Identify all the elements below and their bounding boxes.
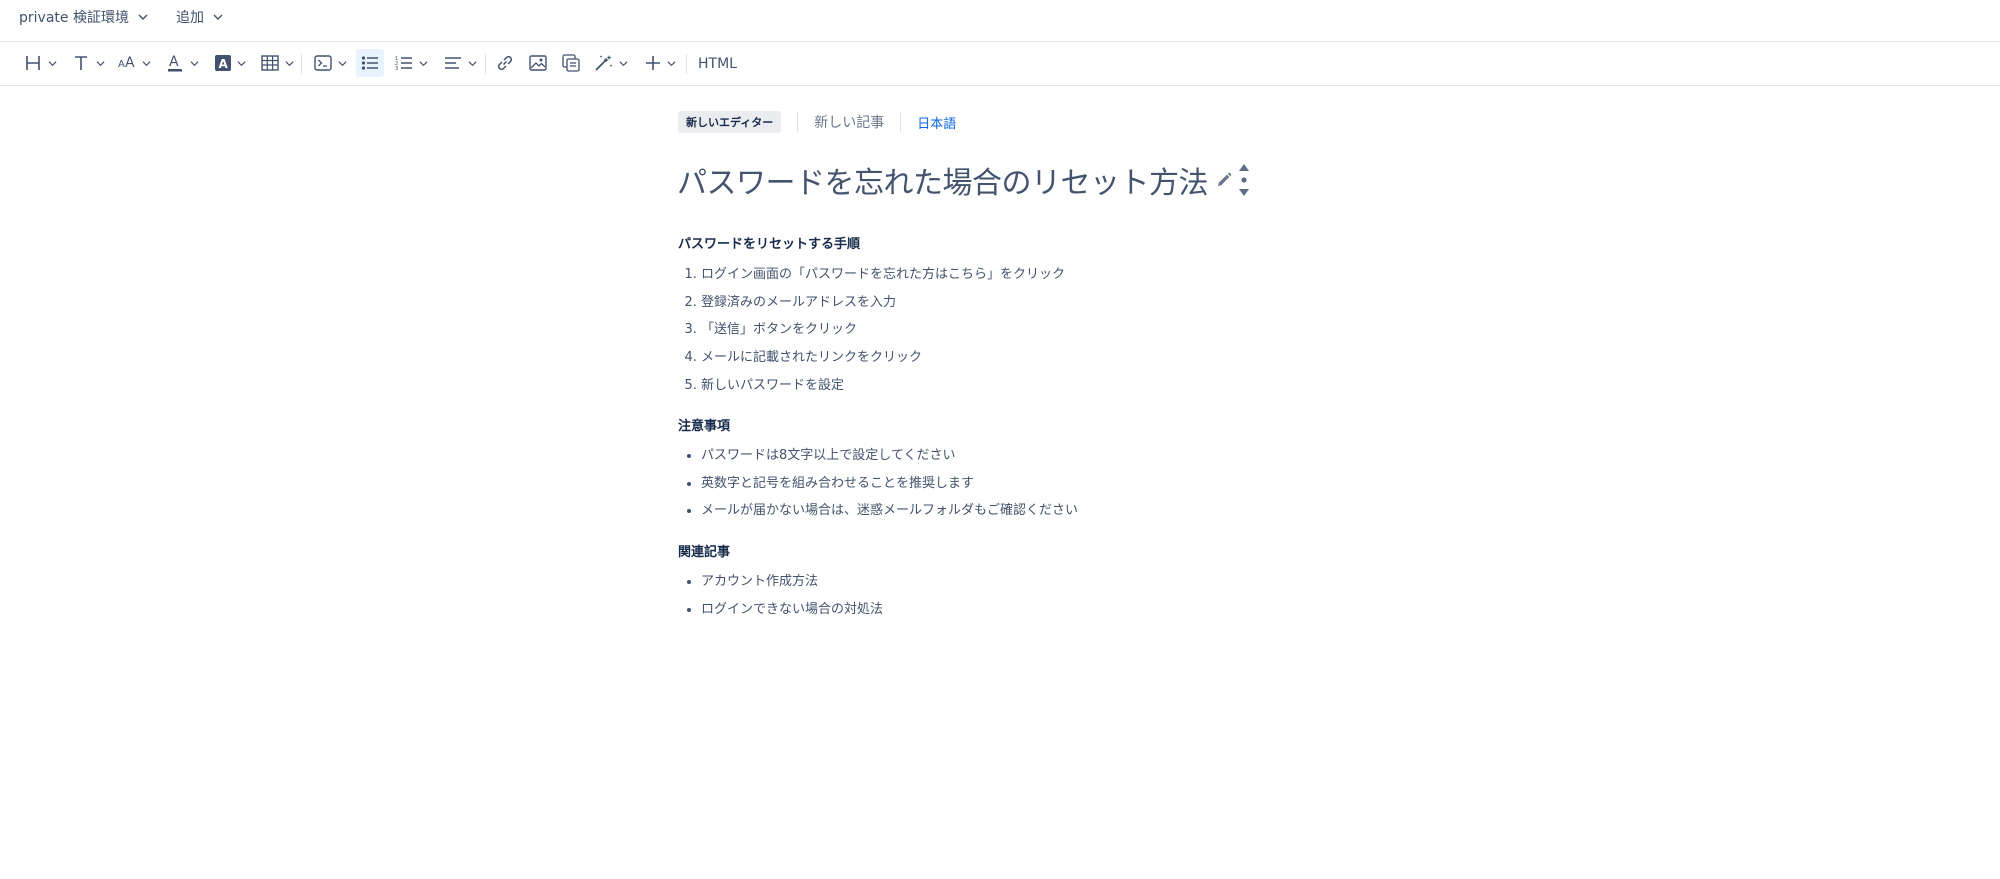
image-icon	[529, 55, 547, 71]
image-button[interactable]	[524, 49, 552, 77]
section-heading: 関連記事	[678, 545, 731, 560]
chevron-down-icon	[189, 60, 199, 66]
section-heading: パスワードをリセットする手順	[678, 237, 861, 252]
toolbar-divider	[301, 54, 302, 74]
list-item: ログイン画面の「パスワードを忘れた方はこちら」をクリック	[701, 261, 1065, 289]
editor-badge: 新しいエディター	[678, 111, 782, 133]
chevron-down-icon	[337, 60, 347, 66]
font-size-icon: AA	[118, 55, 135, 71]
align-button[interactable]	[440, 49, 480, 77]
chevron-down-icon	[284, 60, 294, 66]
top-menu-bar: private 検証環境 追加	[0, 0, 2000, 42]
ai-magic-icon	[595, 55, 613, 71]
chevron-down-icon	[666, 60, 676, 66]
svg-text:A: A	[169, 54, 179, 70]
toolbar-divider	[485, 54, 486, 74]
list-item: パスワードは8文字以上で設定してください	[701, 442, 1078, 470]
list-item: ログインできない場合の対処法	[701, 596, 883, 624]
align-icon	[444, 57, 461, 69]
article-title[interactable]: パスワードを忘れた場合のリセット方法	[677, 158, 1209, 202]
insert-icon	[645, 56, 660, 70]
reorder-arrows-icon[interactable]	[1238, 163, 1250, 197]
list-item: アカウント作成方法	[701, 568, 883, 596]
list-item: 新しいパスワードを設定	[701, 372, 1065, 400]
embed-icon	[562, 54, 580, 72]
heading-icon	[25, 56, 40, 70]
chevron-down-icon	[213, 14, 223, 20]
svg-text:3: 3	[395, 66, 398, 71]
font-size-button[interactable]: AA	[114, 49, 154, 77]
workspace-label: private 検証環境	[19, 10, 129, 26]
link-button[interactable]	[491, 49, 519, 77]
meta-divider	[900, 112, 902, 132]
numbered-list-icon: 123	[395, 56, 412, 71]
text-style-button[interactable]	[68, 49, 108, 77]
language-selector[interactable]: 日本語	[917, 113, 956, 132]
workspace-menu[interactable]: private 検証環境	[19, 6, 149, 28]
list-item: 「送信」ボタンをクリック	[701, 316, 1065, 344]
bullet-list-button[interactable]	[356, 49, 384, 77]
code-block-icon	[313, 55, 332, 71]
heading-button[interactable]	[20, 49, 60, 77]
chevron-down-icon	[47, 60, 57, 66]
font-color-button[interactable]: A	[162, 49, 202, 77]
add-menu[interactable]: 追加	[176, 6, 224, 28]
steps-list: ログイン画面の「パスワードを忘れた方はこちら」をクリック 登録済みのメールアドレ…	[678, 261, 1065, 399]
embed-button[interactable]	[557, 49, 585, 77]
text-style-icon	[74, 56, 87, 70]
table-button[interactable]	[257, 49, 297, 77]
list-item: メールに記載されたリンクをクリック	[701, 344, 1065, 372]
list-item: メールが届かない場合は、迷惑メールフォルダもご確認ください	[701, 497, 1078, 525]
html-mode-button[interactable]: HTML	[698, 56, 737, 72]
title-row: パスワードを忘れた場合のリセット方法	[677, 158, 1250, 202]
chevron-down-icon	[418, 60, 428, 66]
svg-text:A: A	[125, 55, 135, 71]
list-item: 登録済みのメールアドレスを入力	[701, 289, 1065, 317]
list-item: 英数字と記号を組み合わせることを推奨します	[701, 470, 1078, 498]
numbered-list-button[interactable]: 123	[391, 49, 431, 77]
insert-button[interactable]	[640, 49, 680, 77]
toolbar-divider	[686, 54, 687, 74]
link-icon	[497, 55, 513, 71]
ai-magic-button[interactable]	[590, 49, 632, 77]
pencil-icon[interactable]	[1216, 172, 1232, 188]
chevron-down-icon	[95, 60, 105, 66]
highlight-button[interactable]: A	[210, 49, 250, 77]
chevron-down-icon	[138, 14, 148, 20]
highlight-icon: A	[214, 55, 231, 71]
related-articles-list: アカウント作成方法 ログインできない場合の対処法	[678, 568, 883, 623]
meta-divider	[797, 112, 799, 132]
add-label: 追加	[176, 10, 204, 26]
table-icon	[260, 55, 279, 71]
chevron-down-icon	[141, 60, 151, 66]
svg-text:A: A	[118, 59, 125, 70]
section-heading: 注意事項	[678, 419, 731, 434]
article-status: 新しい記事	[814, 115, 885, 131]
bullet-list-icon	[361, 56, 378, 70]
code-block-button[interactable]	[309, 49, 351, 77]
chevron-down-icon	[467, 60, 477, 66]
editor-toolbar: AA A A 123 HTML	[0, 43, 2000, 86]
font-color-icon: A	[167, 54, 182, 72]
notes-list: パスワードは8文字以上で設定してください 英数字と記号を組み合わせることを推奨し…	[678, 442, 1078, 525]
svg-text:A: A	[218, 57, 228, 71]
chevron-down-icon	[619, 60, 628, 66]
article-meta: 新しいエディター 新しい記事 日本語	[678, 111, 956, 133]
chevron-down-icon	[236, 60, 246, 66]
